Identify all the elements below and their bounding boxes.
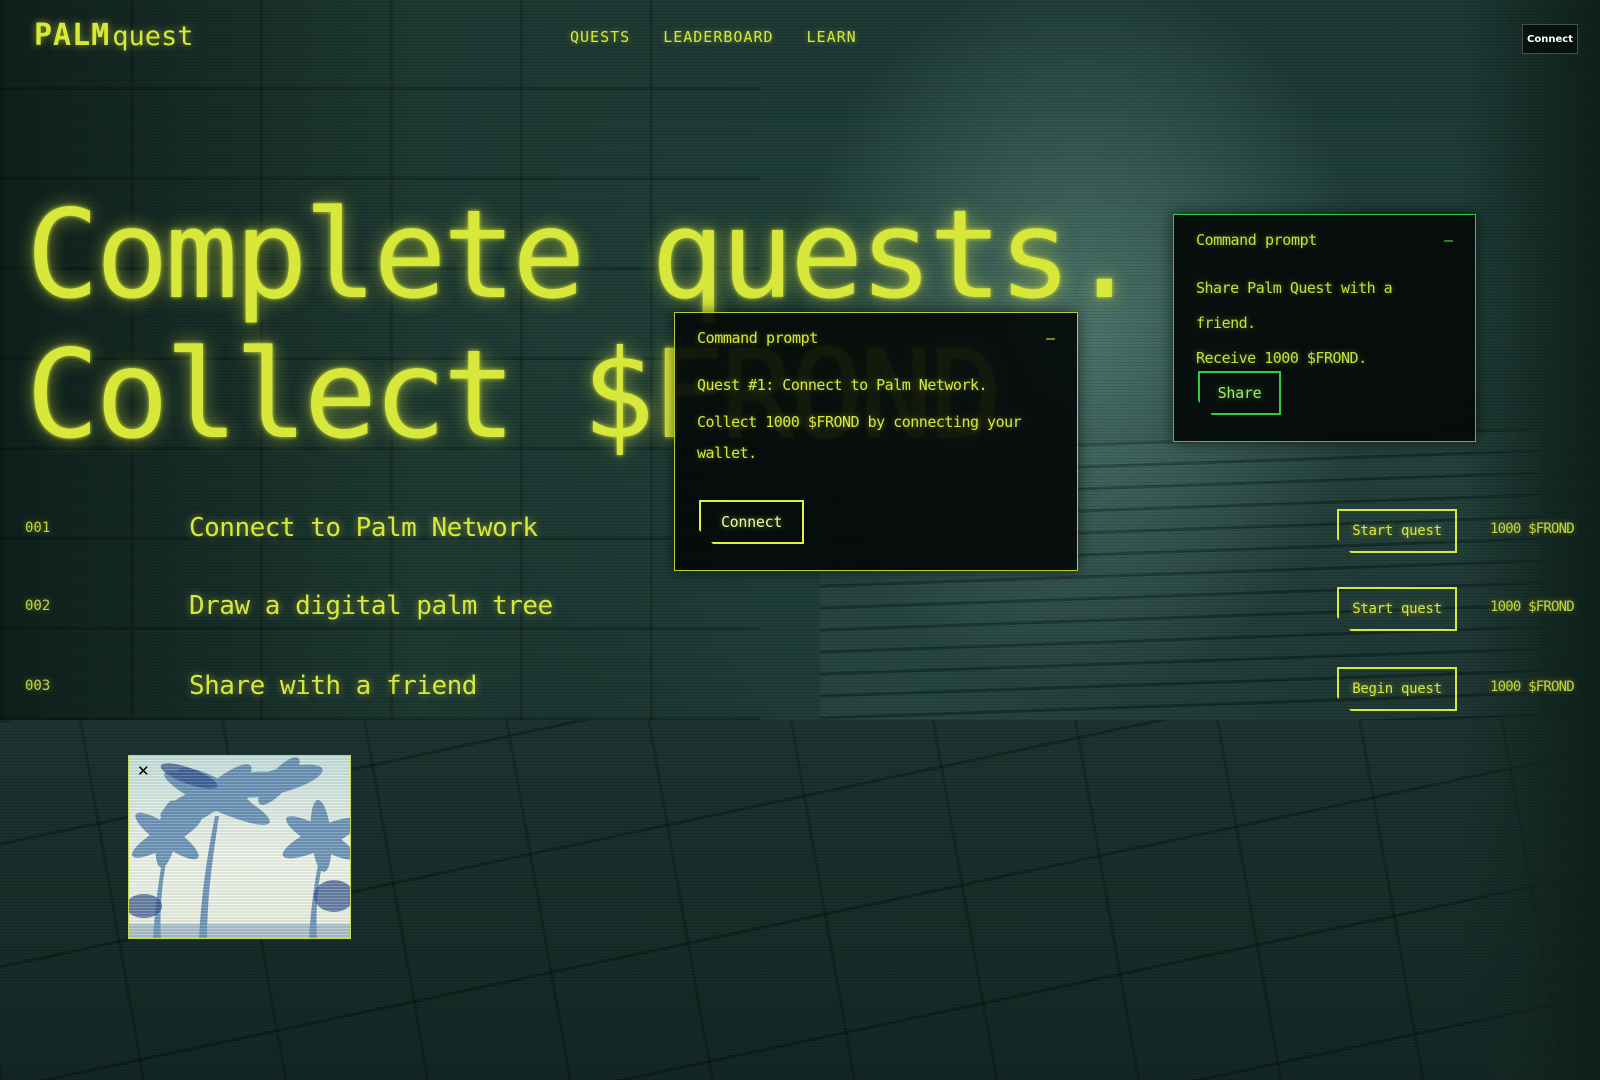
minimize-icon[interactable]: — bbox=[1046, 329, 1055, 347]
hero-line-1: Complete quests. bbox=[26, 184, 1141, 326]
logo-word: quest bbox=[112, 21, 194, 52]
quest-row-002: 002 Draw a digital palm tree Start quest… bbox=[0, 587, 1600, 631]
prompt-message: Quest #1: Connect to Palm Network. Colle… bbox=[697, 369, 1055, 469]
main-nav: QUESTS LEADERBOARD LEARN bbox=[570, 28, 857, 46]
quest-reward: 1000 $FROND bbox=[1490, 679, 1575, 695]
minimize-icon[interactable]: — bbox=[1444, 231, 1453, 249]
nav-quests[interactable]: QUESTS bbox=[570, 28, 630, 46]
quest-number: 002 bbox=[25, 598, 51, 614]
command-prompt-connect: Command prompt — Quest #1: Connect to Pa… bbox=[674, 312, 1078, 571]
quest-reward: 1000 $FROND bbox=[1490, 599, 1575, 615]
quest-number: 003 bbox=[25, 678, 51, 694]
quest-title: Draw a digital palm tree bbox=[189, 591, 553, 621]
prompt-header: Command prompt — bbox=[697, 329, 1055, 347]
logo[interactable]: PALM quest bbox=[34, 18, 194, 53]
quest-title: Share with a friend bbox=[189, 671, 477, 701]
connect-button[interactable]: Connect bbox=[699, 500, 804, 544]
palm-image-window: ✕ bbox=[128, 755, 351, 939]
prompt-line-1: Quest #1: Connect to Palm Network. bbox=[697, 376, 988, 394]
quest-title: Connect to Palm Network bbox=[189, 513, 538, 543]
share-button[interactable]: Share bbox=[1198, 371, 1281, 415]
quest-number: 001 bbox=[25, 520, 51, 536]
prompt-header: Command prompt — bbox=[1196, 231, 1453, 249]
start-quest-button[interactable]: Start quest bbox=[1337, 587, 1457, 631]
close-icon[interactable]: ✕ bbox=[137, 764, 150, 779]
prompt-title: Command prompt bbox=[697, 329, 818, 347]
nav-learn[interactable]: LEARN bbox=[807, 28, 857, 46]
image-scanlines bbox=[129, 756, 350, 938]
begin-quest-button[interactable]: Begin quest bbox=[1337, 667, 1457, 711]
start-quest-button[interactable]: Start quest bbox=[1337, 509, 1457, 553]
connect-wallet-button[interactable]: Connect bbox=[1522, 24, 1578, 54]
command-prompt-share: Command prompt — Share Palm Quest with a… bbox=[1173, 214, 1476, 442]
prompt-line-2: Collect 1000 $FROND by connecting your w… bbox=[697, 413, 1022, 462]
quest-reward: 1000 $FROND bbox=[1490, 521, 1575, 537]
nav-leaderboard[interactable]: LEADERBOARD bbox=[663, 28, 773, 46]
quest-row-003: 003 Share with a friend Begin quest 1000… bbox=[0, 667, 1600, 711]
prompt-message: Share Palm Quest with a friend. Receive … bbox=[1196, 271, 1453, 376]
prompt-title: Command prompt bbox=[1196, 231, 1317, 249]
logo-mark: PALM bbox=[34, 18, 111, 53]
prompt-line-2: Receive 1000 $FROND. bbox=[1196, 349, 1367, 367]
prompt-line-1: Share Palm Quest with a friend. bbox=[1196, 279, 1393, 332]
